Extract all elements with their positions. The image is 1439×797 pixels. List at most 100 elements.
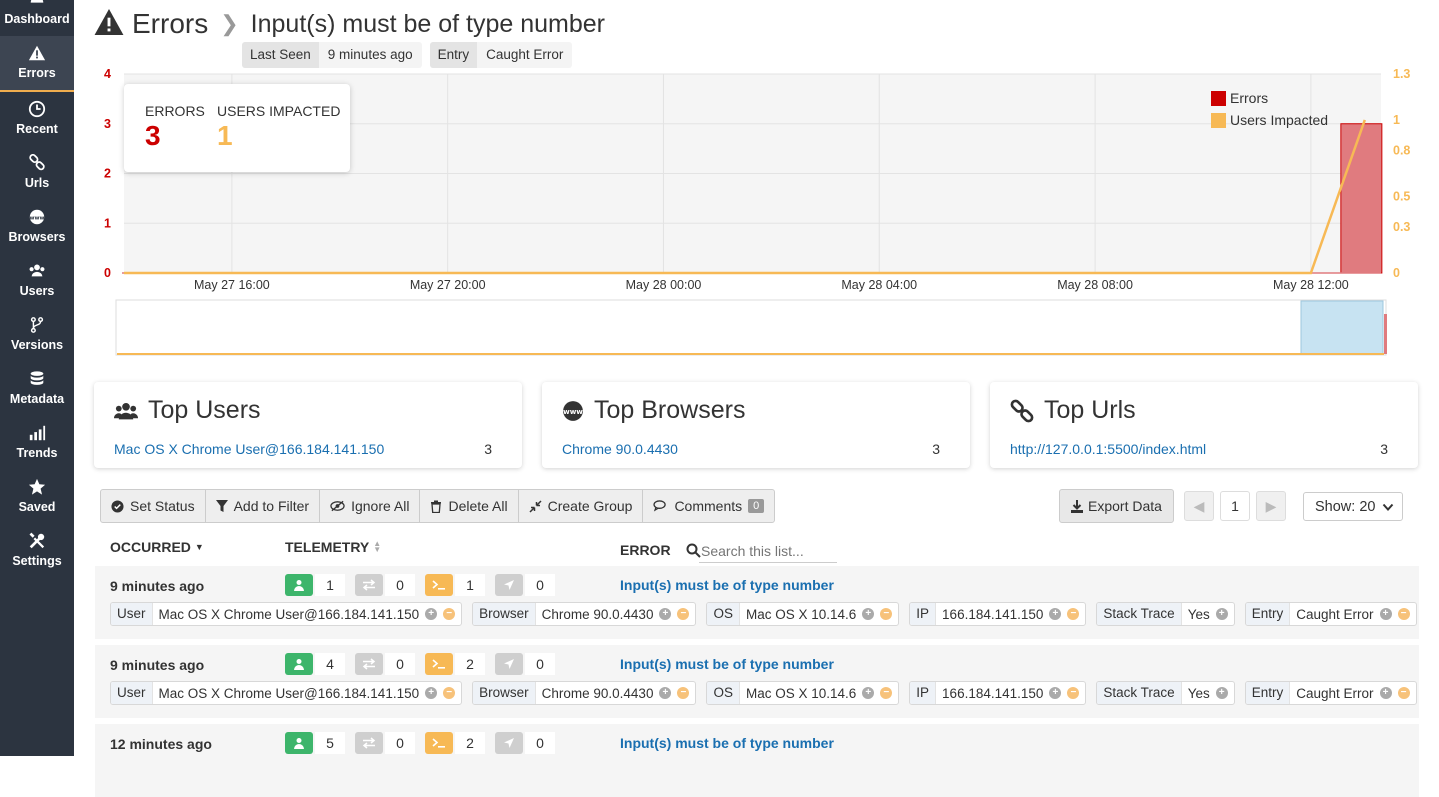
error-message-link[interactable]: Input(s) must be of type number xyxy=(620,735,834,751)
next-page-button[interactable]: ▶ xyxy=(1256,491,1286,521)
ignore-all-button[interactable]: Ignore All xyxy=(320,490,421,522)
minus-circle-icon[interactable]: − xyxy=(443,687,456,699)
telemetry-count: 1 xyxy=(455,574,485,596)
table-row[interactable]: 12 minutes ago 5 0 2 0 Input(s) must be of ty… xyxy=(95,724,1419,797)
user-telemetry[interactable]: 5 xyxy=(285,732,345,754)
nav-recent[interactable]: Recent xyxy=(0,92,74,146)
plus-circle-icon[interactable]: + xyxy=(1049,687,1062,699)
minus-circle-icon[interactable]: − xyxy=(677,687,690,699)
users-stat-value: 1 xyxy=(217,120,233,151)
nav-users[interactable]: Users xyxy=(0,254,74,308)
plus-circle-icon[interactable]: + xyxy=(1379,687,1392,699)
user-telemetry[interactable]: 4 xyxy=(285,653,345,675)
navigation-telemetry[interactable]: 0 xyxy=(355,574,415,596)
chevron-right-icon: ❯ xyxy=(220,11,239,36)
nav-metadata[interactable]: Metadata xyxy=(0,362,74,416)
plus-circle-icon[interactable]: + xyxy=(425,687,438,699)
plus-circle-icon[interactable]: + xyxy=(862,687,875,699)
plus-circle-icon[interactable]: + xyxy=(659,687,672,699)
error-message-link[interactable]: Input(s) must be of type number xyxy=(620,577,834,593)
nav-trends[interactable]: Trends xyxy=(0,416,74,470)
tag: User Mac OS X Chrome User@166.184.141.150… xyxy=(110,602,463,626)
top-user-link[interactable]: Mac OS X Chrome User@166.184.141.150 xyxy=(114,441,384,457)
minus-circle-icon[interactable]: − xyxy=(1397,608,1410,620)
location-telemetry[interactable]: 0 xyxy=(495,574,555,596)
error-message-link[interactable]: Input(s) must be of type number xyxy=(620,656,834,672)
plus-circle-icon[interactable]: + xyxy=(659,608,672,620)
breadcrumb-errors[interactable]: Errors xyxy=(132,8,208,40)
prev-page-button[interactable]: ◀ xyxy=(1184,491,1214,521)
top-users-card: Top Users Mac OS X Chrome User@166.184.1… xyxy=(94,382,522,468)
plus-circle-icon[interactable]: + xyxy=(862,608,875,620)
delete-all-label: Delete All xyxy=(448,498,508,514)
minus-circle-icon[interactable]: − xyxy=(1397,687,1410,699)
y-left-tick-label: 3 xyxy=(104,117,111,131)
top-url-count: 3 xyxy=(1380,441,1388,457)
minus-circle-icon[interactable]: − xyxy=(1067,608,1080,620)
plus-circle-icon[interactable]: + xyxy=(1215,687,1228,699)
col-error[interactable]: ERROR xyxy=(620,542,701,558)
chart-legend: Errors Users Impacted xyxy=(1211,87,1328,131)
download-icon xyxy=(1071,499,1083,513)
create-group-button[interactable]: Create Group xyxy=(519,490,644,522)
page-size-select[interactable]: Show: 20 xyxy=(1303,492,1403,521)
plus-circle-icon[interactable]: + xyxy=(1049,608,1062,620)
table-row[interactable]: 9 minutes ago 4 0 2 0 Input(s) must be of typ… xyxy=(95,645,1419,718)
nav-versions[interactable]: Versions xyxy=(0,308,74,362)
export-data-button[interactable]: Export Data xyxy=(1059,489,1174,523)
table-row[interactable]: 9 minutes ago 1 0 1 0 Input(s) must be of typ… xyxy=(95,566,1419,639)
minus-circle-icon[interactable]: − xyxy=(443,608,456,620)
top-url-link[interactable]: http://127.0.0.1:5500/index.html xyxy=(1010,441,1206,457)
terminal-icon xyxy=(425,653,453,675)
comments-button[interactable]: Comments 0 xyxy=(643,490,774,522)
nav-urls[interactable]: Urls xyxy=(0,146,74,200)
nav-browsers[interactable]: www Browsers xyxy=(0,200,74,254)
tag: User Mac OS X Chrome User@166.184.141.150… xyxy=(110,681,463,705)
search-input[interactable] xyxy=(699,539,837,563)
console-telemetry[interactable]: 2 xyxy=(425,732,485,754)
nav-errors[interactable]: Errors xyxy=(0,36,74,92)
telemetry-count: 2 xyxy=(455,653,485,675)
minus-circle-icon[interactable]: − xyxy=(880,608,893,620)
console-telemetry[interactable]: 1 xyxy=(425,574,485,596)
x-tick-label: May 27 16:00 xyxy=(194,278,270,292)
nav-dashboard[interactable]: Dashboard xyxy=(0,0,74,36)
top-browser-link[interactable]: Chrome 90.0.4430 xyxy=(562,441,678,457)
minus-circle-icon[interactable]: − xyxy=(880,687,893,699)
plus-circle-icon[interactable]: + xyxy=(1379,608,1392,620)
legend-item-errors[interactable]: Errors xyxy=(1211,87,1328,109)
warning-icon xyxy=(0,44,74,66)
telemetry-count: 1 xyxy=(315,574,345,596)
legend-item-users[interactable]: Users Impacted xyxy=(1211,109,1328,131)
page-number[interactable]: 1 xyxy=(1220,491,1250,521)
location-telemetry[interactable]: 0 xyxy=(495,653,555,675)
set-status-button[interactable]: Set Status xyxy=(101,490,206,522)
www-icon: www xyxy=(563,400,583,421)
minus-circle-icon[interactable]: − xyxy=(677,608,690,620)
top-browsers-card: www Top Browsers Chrome 90.0.4430 3 xyxy=(542,382,970,468)
delete-all-button[interactable]: Delete All xyxy=(420,490,519,522)
stats-card: ERRORS 3 USERS IMPACTED 1 xyxy=(124,84,350,172)
users-stat-label: USERS IMPACTED xyxy=(217,103,341,119)
col-telemetry[interactable]: TELEMETRY ▲ ▼ xyxy=(285,539,381,555)
y-left-tick-label: 1 xyxy=(104,216,111,230)
navigation-telemetry[interactable]: 0 xyxy=(355,653,415,675)
col-occurred[interactable]: OCCURRED ▼ xyxy=(110,539,204,555)
eye-slash-icon xyxy=(330,500,345,512)
plus-circle-icon[interactable]: + xyxy=(425,608,438,620)
navigation-telemetry[interactable]: 0 xyxy=(355,732,415,754)
branch-icon xyxy=(0,316,74,338)
tag-key: Browser xyxy=(473,682,536,704)
user-telemetry[interactable]: 1 xyxy=(285,574,345,596)
tag-value: Yes xyxy=(1187,606,1210,622)
nav-saved[interactable]: Saved xyxy=(0,470,74,524)
users-icon xyxy=(114,402,138,419)
nav-settings[interactable]: Settings xyxy=(0,524,74,578)
add-to-filter-button[interactable]: Add to Filter xyxy=(206,490,321,522)
console-telemetry[interactable]: 2 xyxy=(425,653,485,675)
plus-circle-icon[interactable]: + xyxy=(1215,608,1228,620)
location-telemetry[interactable]: 0 xyxy=(495,732,555,754)
tag: Entry Caught Error + − xyxy=(1244,681,1417,705)
navigator-frame xyxy=(115,299,1387,356)
minus-circle-icon[interactable]: − xyxy=(1067,687,1080,699)
